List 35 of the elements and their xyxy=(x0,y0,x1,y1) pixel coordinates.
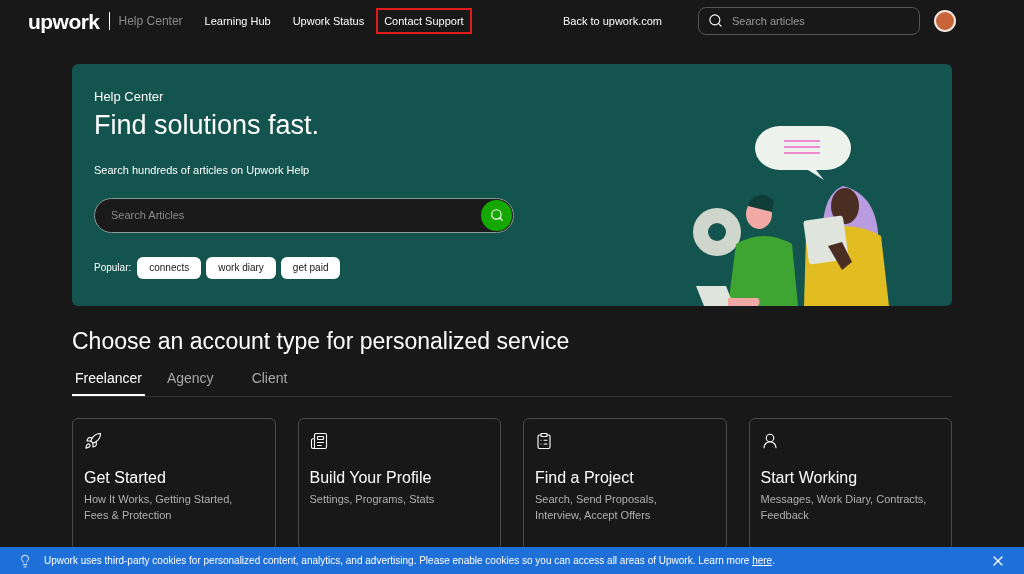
card-title: Build Your Profile xyxy=(309,467,433,488)
hero-title: Find solutions fast. xyxy=(94,108,321,142)
account-tab[interactable]: Client xyxy=(235,367,304,396)
hero-eyebrow: Help Center xyxy=(94,88,165,106)
popular-tag[interactable]: get paid xyxy=(280,256,341,279)
popular-tag[interactable]: work diary xyxy=(206,256,276,279)
search-field[interactable]: Search articles xyxy=(698,7,920,35)
card-title: Start Working xyxy=(760,467,859,488)
card-description: Settings, Programs, Stats xyxy=(309,491,436,507)
hero-subtitle: Search hundreds of articles on Upwork Help xyxy=(94,163,311,179)
card-description: Search, Send Proposals, Interview, Accept Offers xyxy=(535,491,658,523)
cookie-message: Upwork uses third-party cookies for personalized content, analytics, and advertising. Please enable cookies so you can access all areas of Upwork. Learn more here. xyxy=(44,554,775,568)
article-search-field[interactable]: Search Articles xyxy=(94,197,514,233)
card-description: Messages, Work Diary, Contracts, Feedback xyxy=(760,491,928,523)
rocket-icon xyxy=(84,431,102,450)
card-description: How It Works, Getting Started, Fees & Protection xyxy=(84,491,234,523)
account-tab[interactable]: Agency xyxy=(150,367,230,396)
nav-link[interactable]: Contact Support xyxy=(376,7,472,35)
popular-tag[interactable]: connects xyxy=(137,256,202,279)
lightbulb-icon xyxy=(18,553,32,568)
section-title: Help Center xyxy=(118,13,183,30)
clipboard-icon xyxy=(535,431,553,450)
nav-link[interactable]: Upwork Status xyxy=(282,7,375,35)
search-icon xyxy=(489,208,504,223)
account-tab[interactable]: Freelancer xyxy=(72,367,145,396)
back-link[interactable]: Back to upwork.com xyxy=(562,12,662,30)
person-icon xyxy=(760,431,779,450)
search-icon xyxy=(708,13,723,28)
card-title: Get Started xyxy=(84,467,167,488)
avatar[interactable] xyxy=(934,10,956,32)
logo[interactable]: upwork xyxy=(28,10,100,32)
nav-link[interactable]: Learning Hub xyxy=(194,7,281,35)
section-heading: Choose an account type for personalized service xyxy=(72,327,571,356)
card-title: Find a Project xyxy=(535,467,635,488)
popular-label: Popular: xyxy=(94,261,132,276)
